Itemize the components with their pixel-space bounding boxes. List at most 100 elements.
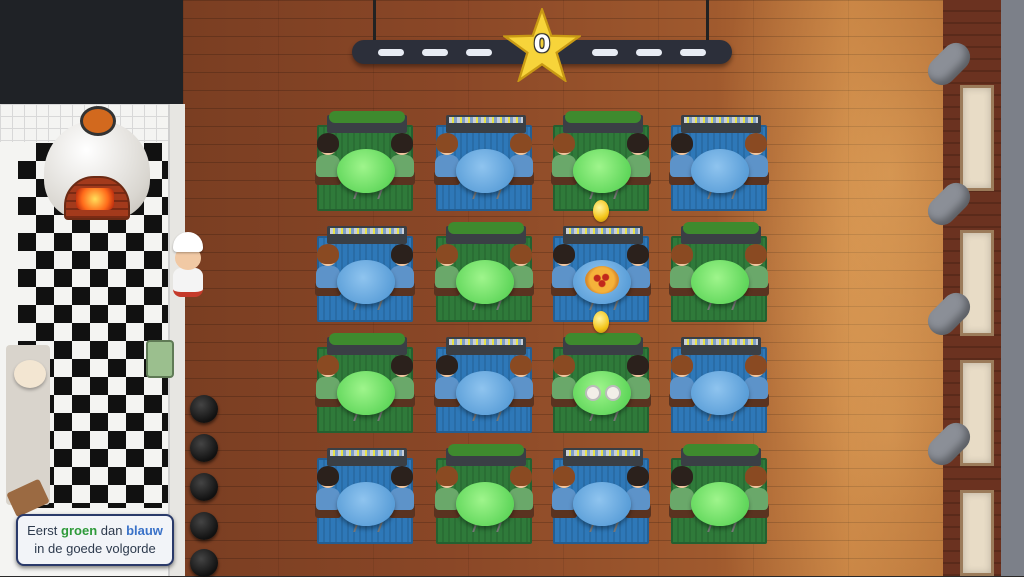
customer-hair [745, 466, 767, 486]
table-green[interactable] [551, 111, 651, 211]
customer-hair [391, 133, 413, 153]
table-top[interactable] [691, 149, 749, 193]
table-green[interactable] [434, 444, 534, 544]
table-green[interactable] [551, 311, 651, 433]
customer-hair [627, 244, 649, 264]
bar-stool [190, 473, 218, 501]
customer-hair [510, 466, 532, 486]
table-blue[interactable] [669, 337, 769, 433]
chef-body [173, 268, 203, 297]
table-top[interactable] [573, 149, 631, 193]
table-blue[interactable] [434, 115, 534, 211]
customer [551, 466, 577, 518]
hud-hanging-wire [706, 0, 709, 42]
table-top[interactable] [337, 482, 395, 526]
customer-hair [436, 466, 458, 486]
table-top[interactable] [337, 149, 395, 193]
customer-hair [671, 466, 693, 486]
customer-hair [745, 133, 767, 153]
planter-hedge [327, 111, 407, 133]
planter-flowers [446, 337, 526, 355]
pizza-oven[interactable] [34, 106, 160, 246]
planter-hedge [563, 111, 643, 133]
instruction-line-1: Eerst groen dan blauw [18, 522, 172, 540]
chef-hat [173, 232, 203, 252]
table-top[interactable] [573, 371, 631, 415]
customer-hair [317, 133, 339, 153]
instruction-green-word: groen [61, 523, 98, 538]
dough-ball[interactable] [14, 360, 46, 388]
bar-stool [190, 512, 218, 540]
window [960, 85, 994, 191]
table-green[interactable] [315, 333, 415, 433]
planter-flowers [681, 115, 761, 133]
table-blue[interactable] [669, 115, 769, 211]
planter-hedge [446, 222, 526, 244]
table-green[interactable] [434, 222, 534, 322]
customer-hair [317, 466, 339, 486]
customer-hair [436, 355, 458, 375]
brick-wall [922, 0, 1024, 576]
table-blue[interactable] [551, 448, 651, 544]
table-top[interactable] [691, 260, 749, 304]
table-top[interactable] [691, 371, 749, 415]
coin-icon[interactable] [593, 200, 609, 222]
planter-flowers [446, 115, 526, 133]
instruction-text: dan [97, 523, 127, 538]
table-top[interactable] [337, 260, 395, 304]
chef-character[interactable] [165, 232, 209, 297]
customer [315, 466, 341, 518]
customer-hair [391, 244, 413, 264]
oven-chimney [80, 106, 116, 136]
table-top[interactable] [691, 482, 749, 526]
table-blue[interactable] [551, 200, 651, 322]
planter-flowers [327, 448, 407, 466]
progress-dash [680, 49, 706, 56]
customer-hair [553, 133, 575, 153]
planter-flowers [681, 337, 761, 355]
table-top[interactable] [456, 149, 514, 193]
cup-icon [585, 385, 601, 401]
coin-icon[interactable] [593, 311, 609, 333]
customer-hair [745, 355, 767, 375]
window [960, 360, 994, 466]
table-blue[interactable] [315, 448, 415, 544]
customer-hair [391, 466, 413, 486]
customer [434, 355, 460, 407]
window [960, 490, 994, 576]
table-top[interactable] [456, 371, 514, 415]
table-green[interactable] [315, 111, 415, 211]
customer [551, 244, 577, 296]
progress-dash [378, 49, 404, 56]
customer-hair [391, 355, 413, 375]
table-green[interactable] [669, 444, 769, 544]
planter-flowers [563, 226, 643, 244]
fire-icon [76, 188, 114, 210]
pizza-icon[interactable] [585, 266, 619, 294]
planter-hedge [327, 333, 407, 355]
customer-hair [671, 355, 693, 375]
customer [315, 244, 341, 296]
telephone[interactable] [146, 340, 174, 378]
table-blue[interactable] [315, 226, 415, 322]
table-top[interactable] [573, 482, 631, 526]
table-blue[interactable] [434, 337, 534, 433]
planter-hedge [681, 444, 761, 466]
customer [669, 244, 695, 296]
customer-hair [671, 244, 693, 264]
planter-flowers [327, 226, 407, 244]
table-top[interactable] [337, 371, 395, 415]
customer-hair [745, 244, 767, 264]
table-top[interactable] [456, 482, 514, 526]
bar-stool [190, 395, 218, 423]
customer-hair [553, 244, 575, 264]
planter-hedge [563, 333, 643, 355]
score-value: 0 [533, 30, 551, 58]
customer [434, 244, 460, 296]
table-green[interactable] [669, 222, 769, 322]
customer-hair [436, 244, 458, 264]
customer-hair [510, 244, 532, 264]
progress-dash [592, 49, 618, 56]
table-top[interactable] [456, 260, 514, 304]
customer-hair [671, 133, 693, 153]
